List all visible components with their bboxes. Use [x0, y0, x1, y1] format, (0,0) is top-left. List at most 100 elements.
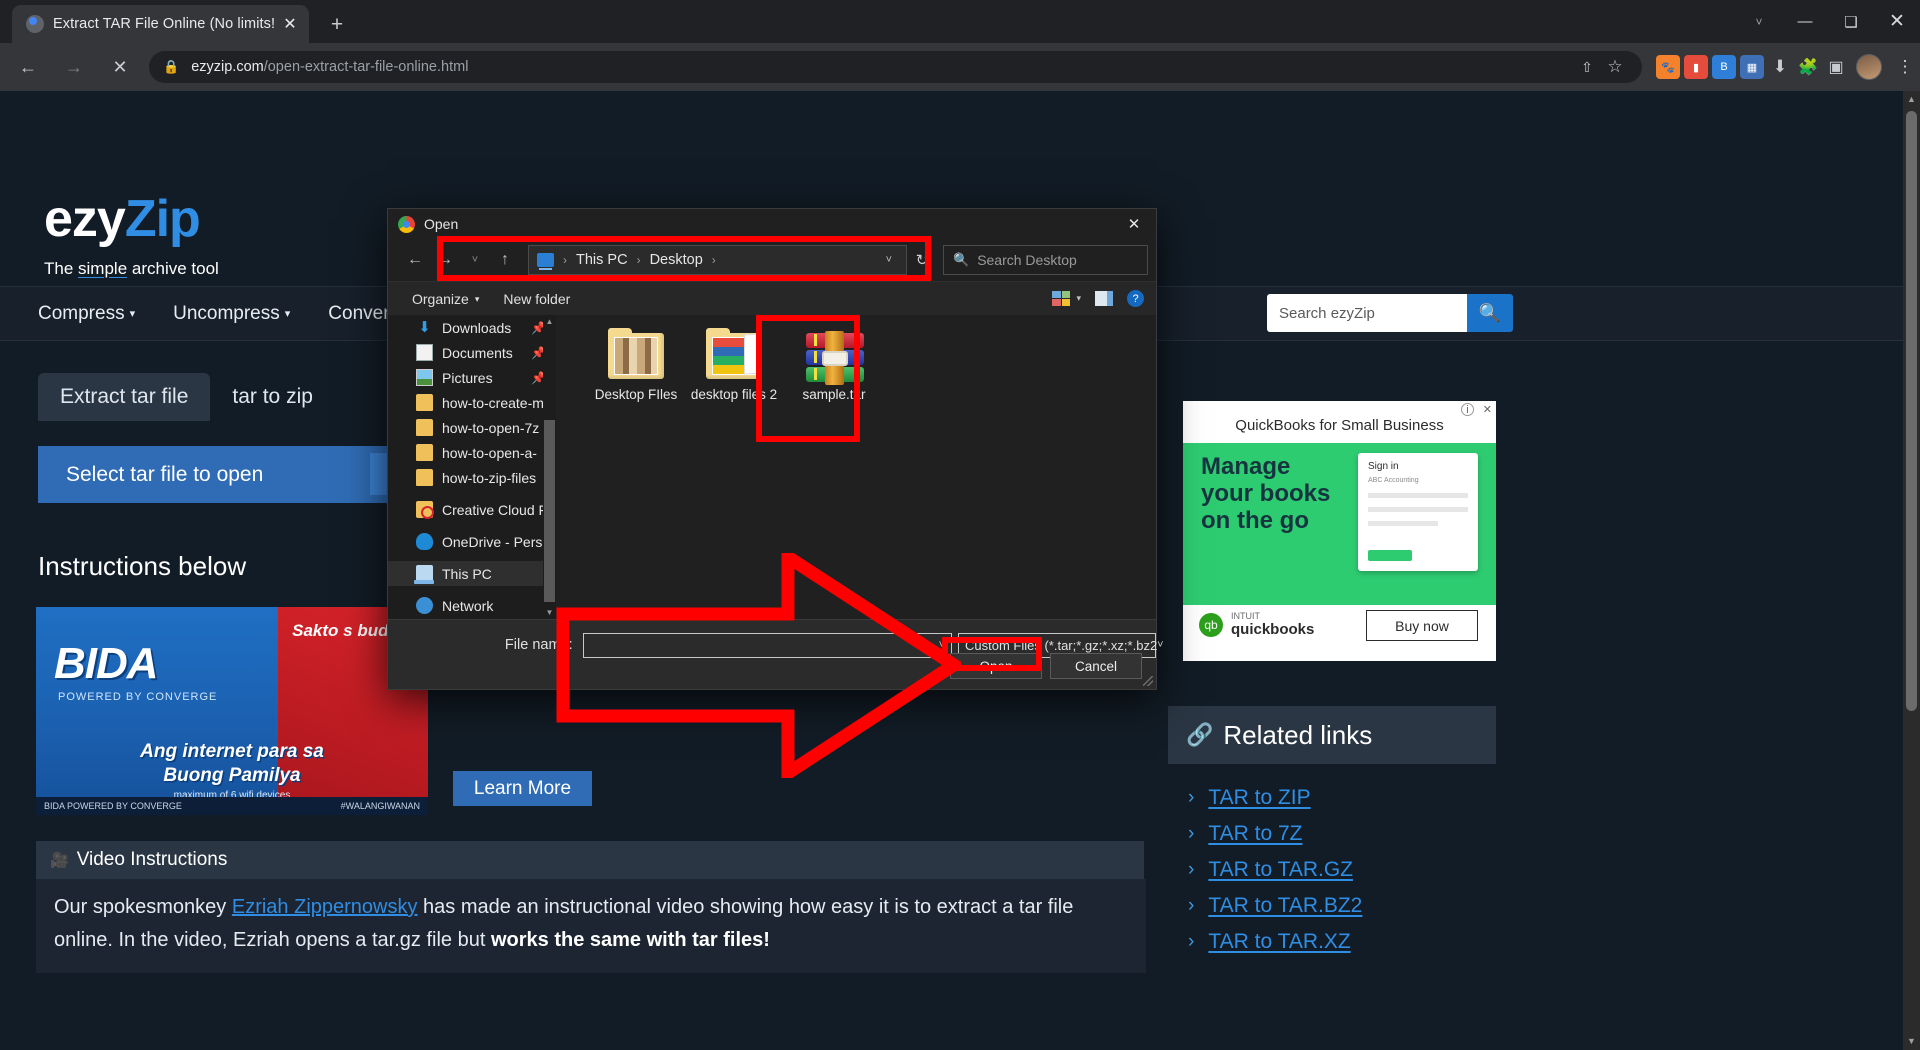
sidebar-item-how-to-open-a[interactable]: how-to-open-a- [388, 440, 556, 465]
help-icon[interactable]: ? [1127, 290, 1144, 307]
share-icon[interactable]: ⇧ [1574, 54, 1600, 80]
dialog-search-box[interactable]: 🔍 Search Desktop [943, 245, 1148, 275]
up-one-level-icon[interactable]: ↑ [490, 245, 520, 275]
extension-icon-4[interactable]: ▦ [1740, 55, 1764, 79]
close-icon[interactable]: ✕ [1112, 209, 1156, 239]
breadcrumb-this-pc[interactable]: This PC [576, 252, 628, 268]
resize-grip[interactable] [1143, 676, 1153, 686]
scroll-down-icon[interactable]: ▼ [543, 606, 556, 619]
sidebar-item-label: Documents [442, 345, 513, 361]
breadcrumb[interactable]: › This PC › Desktop › ˅ [528, 245, 907, 275]
extension-icons: 🐾 ▮ B ▦ ⬇ 🧩 ▣ [1656, 54, 1890, 80]
search-button[interactable]: 🔍 [1467, 294, 1513, 332]
file-list-pane[interactable]: Desktop FIles desktop files 2 [556, 315, 1156, 619]
sidebar-item-downloads[interactable]: ⬇ Downloads 📌 [388, 315, 556, 340]
organize-button[interactable]: Organize▾ [412, 291, 479, 307]
nav-compress[interactable]: Compress▾ [38, 303, 135, 325]
recent-locations-icon[interactable]: ˅ [460, 245, 490, 275]
sidebar-item-pictures[interactable]: Pictures 📌 [388, 365, 556, 390]
extension-icon-3[interactable]: B [1712, 55, 1736, 79]
sidebar-item-network[interactable]: Network [388, 593, 556, 618]
preview-pane-icon[interactable] [1095, 291, 1113, 306]
close-tab-icon[interactable]: ✕ [279, 13, 301, 35]
tab-extract-tar-file[interactable]: Extract tar file [38, 373, 210, 421]
tab-tar-to-zip[interactable]: tar to zip [210, 373, 335, 421]
chevron-down-icon[interactable]: ▾ [1076, 293, 1081, 304]
related-link[interactable]: TAR to TAR.GZ [1208, 858, 1353, 882]
breadcrumb-desktop[interactable]: Desktop [650, 252, 703, 268]
scrollbar-thumb[interactable] [1906, 111, 1917, 711]
new-tab-button[interactable]: + [322, 10, 352, 40]
file-item-sample-tar[interactable]: sample.tar [784, 333, 884, 403]
list-item[interactable]: ›TAR to ZIP [1188, 786, 1496, 810]
related-links-section: 🔗 Related links ›TAR to ZIP ›TAR to 7Z ›… [1168, 706, 1496, 966]
download-icon[interactable]: ⬇ [1768, 55, 1792, 79]
minimize-button[interactable]: — [1782, 0, 1828, 43]
list-item[interactable]: ›TAR to 7Z [1188, 822, 1496, 846]
related-link[interactable]: TAR to TAR.XZ [1208, 930, 1350, 954]
tab-search-icon[interactable]: ˅ [1736, 0, 1782, 43]
related-link[interactable]: TAR to 7Z [1208, 822, 1302, 846]
extension-icon-2[interactable]: ▮ [1684, 55, 1708, 79]
learn-more-button[interactable]: Learn More [453, 771, 592, 806]
sidebar-item-label: Network [442, 598, 493, 614]
chevron-down-icon[interactable]: ˅ [1157, 639, 1163, 651]
ad-info-icon[interactable]: i [1461, 403, 1474, 416]
open-button[interactable]: Open [950, 653, 1042, 679]
list-item[interactable]: ›TAR to TAR.GZ [1188, 858, 1496, 882]
scroll-up-icon[interactable]: ▲ [1903, 91, 1920, 108]
bida-advertisement[interactable]: BIDA POWERED BY CONVERGE Sakto s budget … [36, 607, 428, 815]
address-bar[interactable]: 🔒 ezyzip.com/open-extract-tar-file-onlin… [149, 51, 1642, 83]
scroll-up-icon[interactable]: ▲ [543, 315, 556, 328]
folder-icon [706, 333, 762, 381]
sidebar-item-this-pc[interactable]: This PC [388, 561, 556, 586]
new-folder-button[interactable]: New folder [503, 291, 570, 307]
related-link[interactable]: TAR to ZIP [1208, 786, 1310, 810]
site-logo[interactable]: ezyZip The simple archive tool [44, 189, 219, 279]
side-panel-icon[interactable]: ▣ [1824, 55, 1848, 79]
breadcrumb-dropdown-icon[interactable]: ˅ [886, 254, 898, 266]
maximize-button[interactable]: ❑ [1828, 0, 1874, 43]
documents-icon [416, 344, 433, 361]
back-icon[interactable]: ← [11, 50, 45, 84]
list-item[interactable]: ›TAR to TAR.BZ2 [1188, 894, 1496, 918]
view-layout-icon[interactable] [1052, 291, 1070, 306]
bookmark-star-icon[interactable]: ☆ [1602, 54, 1628, 80]
ad-buy-now-button[interactable]: Buy now [1366, 610, 1478, 641]
file-item-desktop-files[interactable]: Desktop FIles [586, 333, 686, 403]
cancel-button[interactable]: Cancel [1050, 653, 1142, 679]
sidebar-item-creative-cloud[interactable]: Creative Cloud File [388, 497, 556, 522]
avatar[interactable] [1856, 54, 1882, 80]
page-scrollbar[interactable]: ▲ ▼ [1903, 91, 1920, 1050]
forward-icon[interactable]: → [57, 50, 91, 84]
file-name-input[interactable]: ˅ [583, 633, 952, 658]
file-item-desktop-files-2[interactable]: desktop files 2 [684, 333, 784, 403]
browser-tab[interactable]: Extract TAR File Online (No limits! ✕ [12, 5, 309, 43]
sidebar-item-how-to-open-7z[interactable]: how-to-open-7z [388, 415, 556, 440]
spokesmonkey-link[interactable]: Ezriah Zippernowsky [232, 896, 418, 918]
list-item[interactable]: ›TAR to TAR.XZ [1188, 930, 1496, 954]
chevron-down-icon[interactable]: ˅ [939, 639, 945, 651]
site-search: Search ezyZip 🔍 [1267, 294, 1513, 332]
sidebar-item-how-to-zip-files[interactable]: how-to-zip-files [388, 465, 556, 490]
sidebar-item-documents[interactable]: Documents 📌 [388, 340, 556, 365]
scroll-down-icon[interactable]: ▼ [1903, 1033, 1920, 1050]
back-icon[interactable]: ← [400, 245, 430, 275]
sidebar-item-how-to-create[interactable]: how-to-create-m [388, 390, 556, 415]
stop-loading-icon[interactable]: ✕ [103, 50, 137, 84]
browser-menu-icon[interactable]: ⋮ [1890, 57, 1920, 77]
refresh-icon[interactable]: ↻ [907, 245, 937, 275]
extension-icon-1[interactable]: 🐾 [1656, 55, 1680, 79]
related-link[interactable]: TAR to TAR.BZ2 [1208, 894, 1362, 918]
nav-uncompress[interactable]: Uncompress▾ [173, 303, 290, 325]
forward-icon[interactable]: → [430, 245, 460, 275]
ad-close-icon[interactable]: ✕ [1483, 403, 1492, 416]
scrollbar-thumb[interactable] [544, 420, 555, 602]
puzzle-icon[interactable]: 🧩 [1796, 55, 1820, 79]
search-input[interactable]: Search ezyZip [1267, 294, 1467, 332]
dialog-title-bar: Open ✕ [388, 209, 1156, 239]
navigation-pane-scrollbar[interactable]: ▲ ▼ [543, 315, 556, 619]
quickbooks-advertisement[interactable]: i ✕ QuickBooks for Small Business Manage… [1183, 401, 1496, 661]
close-window-button[interactable]: ✕ [1874, 0, 1920, 43]
sidebar-item-onedrive[interactable]: OneDrive - Person [388, 529, 556, 554]
